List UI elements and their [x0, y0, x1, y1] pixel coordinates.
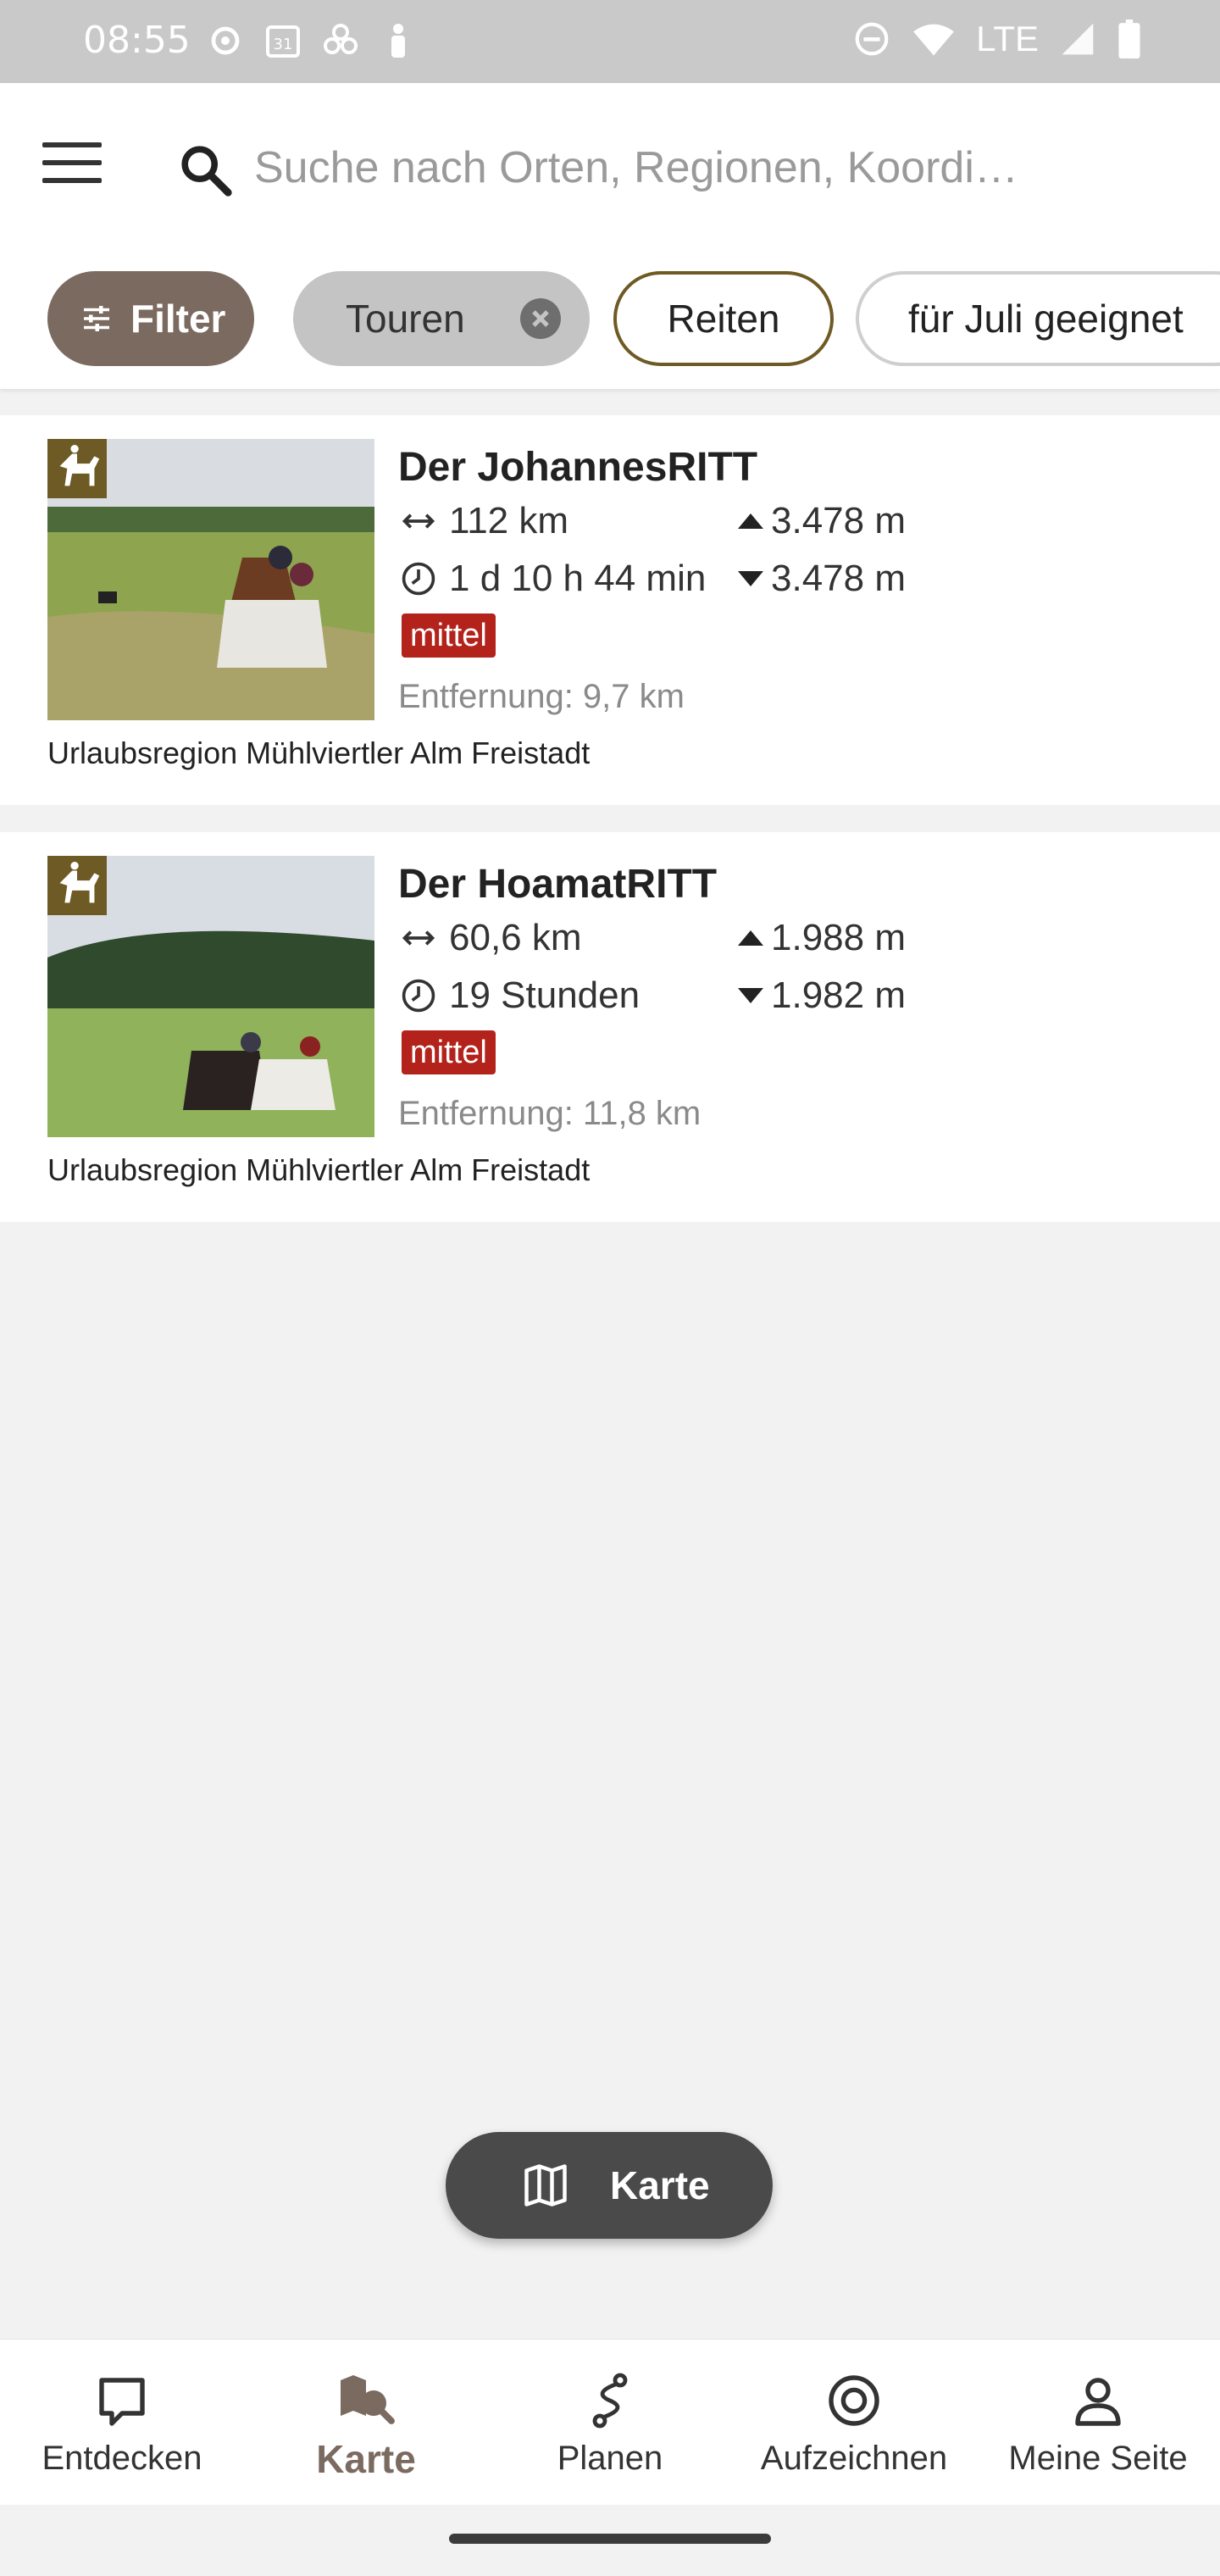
tour-card[interactable]: Der HoamatRITT 60,6 km 19 Stunden 1.988 … [0, 832, 1220, 1222]
tour-duration: 19 Stunden [400, 974, 640, 1017]
nav-label: Meine Seite [1008, 2440, 1188, 2477]
tour-duration: 1 d 10 h 44 min [400, 558, 706, 600]
length-value: 112 km [449, 500, 569, 541]
network-type: LTE [976, 19, 1039, 58]
descent-icon [738, 571, 763, 586]
menu-icon[interactable] [42, 142, 102, 190]
map-view-label: Karte [610, 2163, 710, 2207]
system-icons: LTE [852, 19, 1142, 59]
dnd-icon [852, 19, 891, 58]
ascent-value: 3.478 m [771, 500, 906, 541]
notification-icons: 31 [205, 20, 419, 61]
ascent-value: 1.988 m [771, 917, 906, 958]
length-icon [402, 930, 435, 946]
horse-riding-icon [47, 439, 107, 498]
touren-label: Touren [346, 297, 465, 341]
duration-value: 1 d 10 h 44 min [449, 558, 707, 599]
nav-item-entdecken[interactable]: Entdecken [0, 2340, 244, 2506]
length-icon [402, 514, 435, 529]
bottom-navigation: Entdecken Karte Planen Aufzeichnen Meine… [0, 2339, 1220, 2505]
search-icon[interactable] [176, 141, 236, 200]
nav-item-aufzeichnen[interactable]: Aufzeichnen [732, 2340, 976, 2506]
ascent-icon [738, 514, 763, 529]
profile-icon [1075, 2378, 1121, 2426]
tour-ascent: 3.478 m [735, 500, 906, 542]
descent-icon [738, 988, 763, 1003]
discover-icon [99, 2378, 145, 2426]
tour-ascent: 1.988 m [735, 917, 906, 959]
tour-title[interactable]: Der JohannesRITT [398, 444, 757, 491]
sliders-icon [84, 306, 109, 331]
tour-descent: 3.478 m [735, 558, 906, 600]
reiten-chip[interactable]: Reiten [613, 271, 834, 366]
tour-region: Urlaubsregion Mühlviertler Alm Freistadt [47, 736, 591, 770]
tour-descent: 1.982 m [735, 974, 906, 1017]
difficulty-badge: mittel [402, 1030, 496, 1074]
status-time: 08:55 [83, 19, 191, 62]
svg-text:31: 31 [274, 36, 293, 53]
tour-length: 112 km [400, 500, 568, 542]
map-search-icon [341, 2375, 395, 2424]
nav-label: Karte [316, 2437, 416, 2481]
route-plan-icon [592, 2373, 628, 2429]
descent-value: 3.478 m [771, 558, 906, 599]
tour-region: Urlaubsregion Mühlviertler Alm Freistadt [47, 1152, 591, 1187]
length-value: 60,6 km [449, 917, 582, 958]
touren-chip[interactable]: Touren [293, 271, 590, 366]
record-icon [829, 2375, 879, 2426]
clock-icon [402, 979, 435, 1013]
filter-chip[interactable]: Filter [47, 271, 254, 366]
figure-icon [378, 20, 419, 61]
signal-icon [1059, 20, 1096, 58]
battery-icon [1117, 19, 1142, 58]
tour-card[interactable]: Der JohannesRITT 112 km 1 d 10 h 44 min … [0, 415, 1220, 805]
status-bar: 08:55 31 LTE [0, 0, 1220, 83]
nav-label: Planen [557, 2440, 663, 2477]
nav-item-meine-seite[interactable]: Meine Seite [976, 2340, 1220, 2506]
clock-icon [402, 562, 435, 596]
fan-icon [320, 20, 361, 61]
tour-length: 60,6 km [400, 917, 582, 959]
top-bar: Filter Touren Reiten für Juli geeignet [0, 83, 1220, 390]
tour-distance: Entfernung: 11,8 km [398, 1095, 702, 1132]
nav-item-karte[interactable]: Karte [244, 2340, 488, 2506]
map-view-button[interactable]: Karte [446, 2132, 773, 2239]
difficulty-badge: mittel [402, 613, 496, 658]
remove-chip-icon[interactable] [520, 298, 561, 339]
tour-distance: Entfernung: 9,7 km [398, 678, 685, 715]
juli-chip[interactable]: für Juli geeignet [856, 271, 1220, 366]
nav-label: Aufzeichnen [760, 2440, 948, 2477]
search-input[interactable] [254, 137, 1186, 198]
horse-riding-icon [47, 856, 107, 915]
duration-value: 19 Stunden [449, 974, 640, 1016]
tour-title[interactable]: Der HoamatRITT [398, 861, 717, 908]
descent-value: 1.982 m [771, 974, 906, 1016]
filter-label: Filter [130, 297, 226, 341]
wifi-icon [912, 19, 956, 58]
calendar-icon: 31 [263, 20, 303, 61]
nav-item-planen[interactable]: Planen [488, 2340, 732, 2506]
settings-icon [205, 20, 246, 61]
ascent-icon [738, 930, 763, 946]
home-indicator[interactable] [449, 2534, 771, 2544]
nav-label: Entdecken [42, 2440, 202, 2477]
map-icon [524, 2164, 567, 2207]
